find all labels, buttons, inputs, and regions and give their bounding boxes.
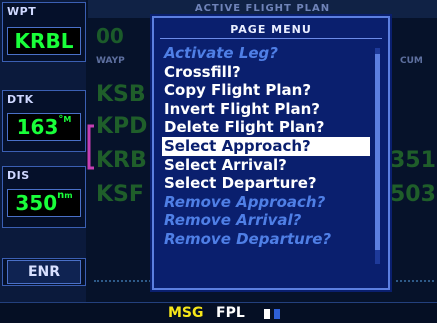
dis-box: DIS 350nm <box>2 166 86 228</box>
dis-unit-bottom: m <box>64 191 73 200</box>
msg-indicator: MSG <box>168 305 204 321</box>
status-bar: MSG FPL <box>0 302 437 323</box>
menu-scrollbar[interactable] <box>375 48 380 264</box>
dis-value-field: 350nm <box>7 189 81 217</box>
wpt-label: WPT <box>7 5 37 18</box>
bg-waypoint-row: KSB <box>96 82 146 107</box>
fpl-page-indicator: FPL <box>216 305 245 321</box>
mode-value: ENR <box>7 260 81 284</box>
gps-screen: WPT KRBL DTK 163°M DIS 350nm ENR ACTIVE … <box>0 0 437 323</box>
bg-top-left-fragment: 00 <box>96 24 124 48</box>
menu-scrollbar-thumb[interactable] <box>375 54 380 250</box>
page-menu-popup: PAGE MENU Activate Leg? Crossfill? Copy … <box>152 16 390 290</box>
dtk-value-field: 163°M <box>7 113 81 141</box>
menu-item-activate-leg[interactable]: Activate Leg? <box>162 44 370 63</box>
bg-right-value: 503 <box>390 182 436 207</box>
bg-waypoint-row: KPD <box>96 114 148 139</box>
dtk-box: DTK 163°M <box>2 90 86 152</box>
menu-item-copy-flight-plan[interactable]: Copy Flight Plan? <box>162 81 370 100</box>
menu-item-select-approach[interactable]: Select Approach? <box>162 136 370 156</box>
dtk-label: DTK <box>7 93 34 106</box>
menu-item-remove-departure[interactable]: Remove Departure? <box>162 230 370 249</box>
bg-divider <box>94 280 154 282</box>
menu-item-remove-arrival[interactable]: Remove Arrival? <box>162 211 370 230</box>
active-leg-bracket-icon <box>87 124 94 170</box>
dtk-value: 163 <box>16 115 59 139</box>
bg-waypoint-row: KSF <box>96 182 144 207</box>
mode-box: ENR <box>2 258 86 286</box>
menu-item-crossfill[interactable]: Crossfill? <box>162 63 370 82</box>
bg-waypoint-row: KRB <box>96 148 147 173</box>
dis-label: DIS <box>7 169 30 182</box>
page-menu-list: Activate Leg? Crossfill? Copy Flight Pla… <box>162 44 370 249</box>
menu-item-select-arrival[interactable]: Select Arrival? <box>162 156 370 175</box>
dis-value: 350 <box>15 191 58 215</box>
dtk-unit-bottom: M <box>63 115 72 124</box>
left-data-column: WPT KRBL DTK 163°M DIS 350nm ENR <box>0 0 86 302</box>
menu-item-select-departure[interactable]: Select Departure? <box>162 174 370 193</box>
page-menu-title: PAGE MENU <box>160 22 382 39</box>
bg-divider <box>396 280 434 282</box>
page-position-icon <box>274 309 280 319</box>
wpt-value: KRBL <box>7 27 81 55</box>
bg-col-header-left: WAYP <box>96 56 125 66</box>
bg-right-value: 351 <box>390 148 436 173</box>
bg-col-header-right: CUM <box>400 56 423 66</box>
wpt-box: WPT KRBL <box>2 2 86 62</box>
menu-item-invert-flight-plan[interactable]: Invert Flight Plan? <box>162 100 370 119</box>
menu-item-delete-flight-plan[interactable]: Delete Flight Plan? <box>162 118 370 137</box>
menu-item-remove-approach[interactable]: Remove Approach? <box>162 193 370 212</box>
page-position-icon <box>264 309 270 319</box>
